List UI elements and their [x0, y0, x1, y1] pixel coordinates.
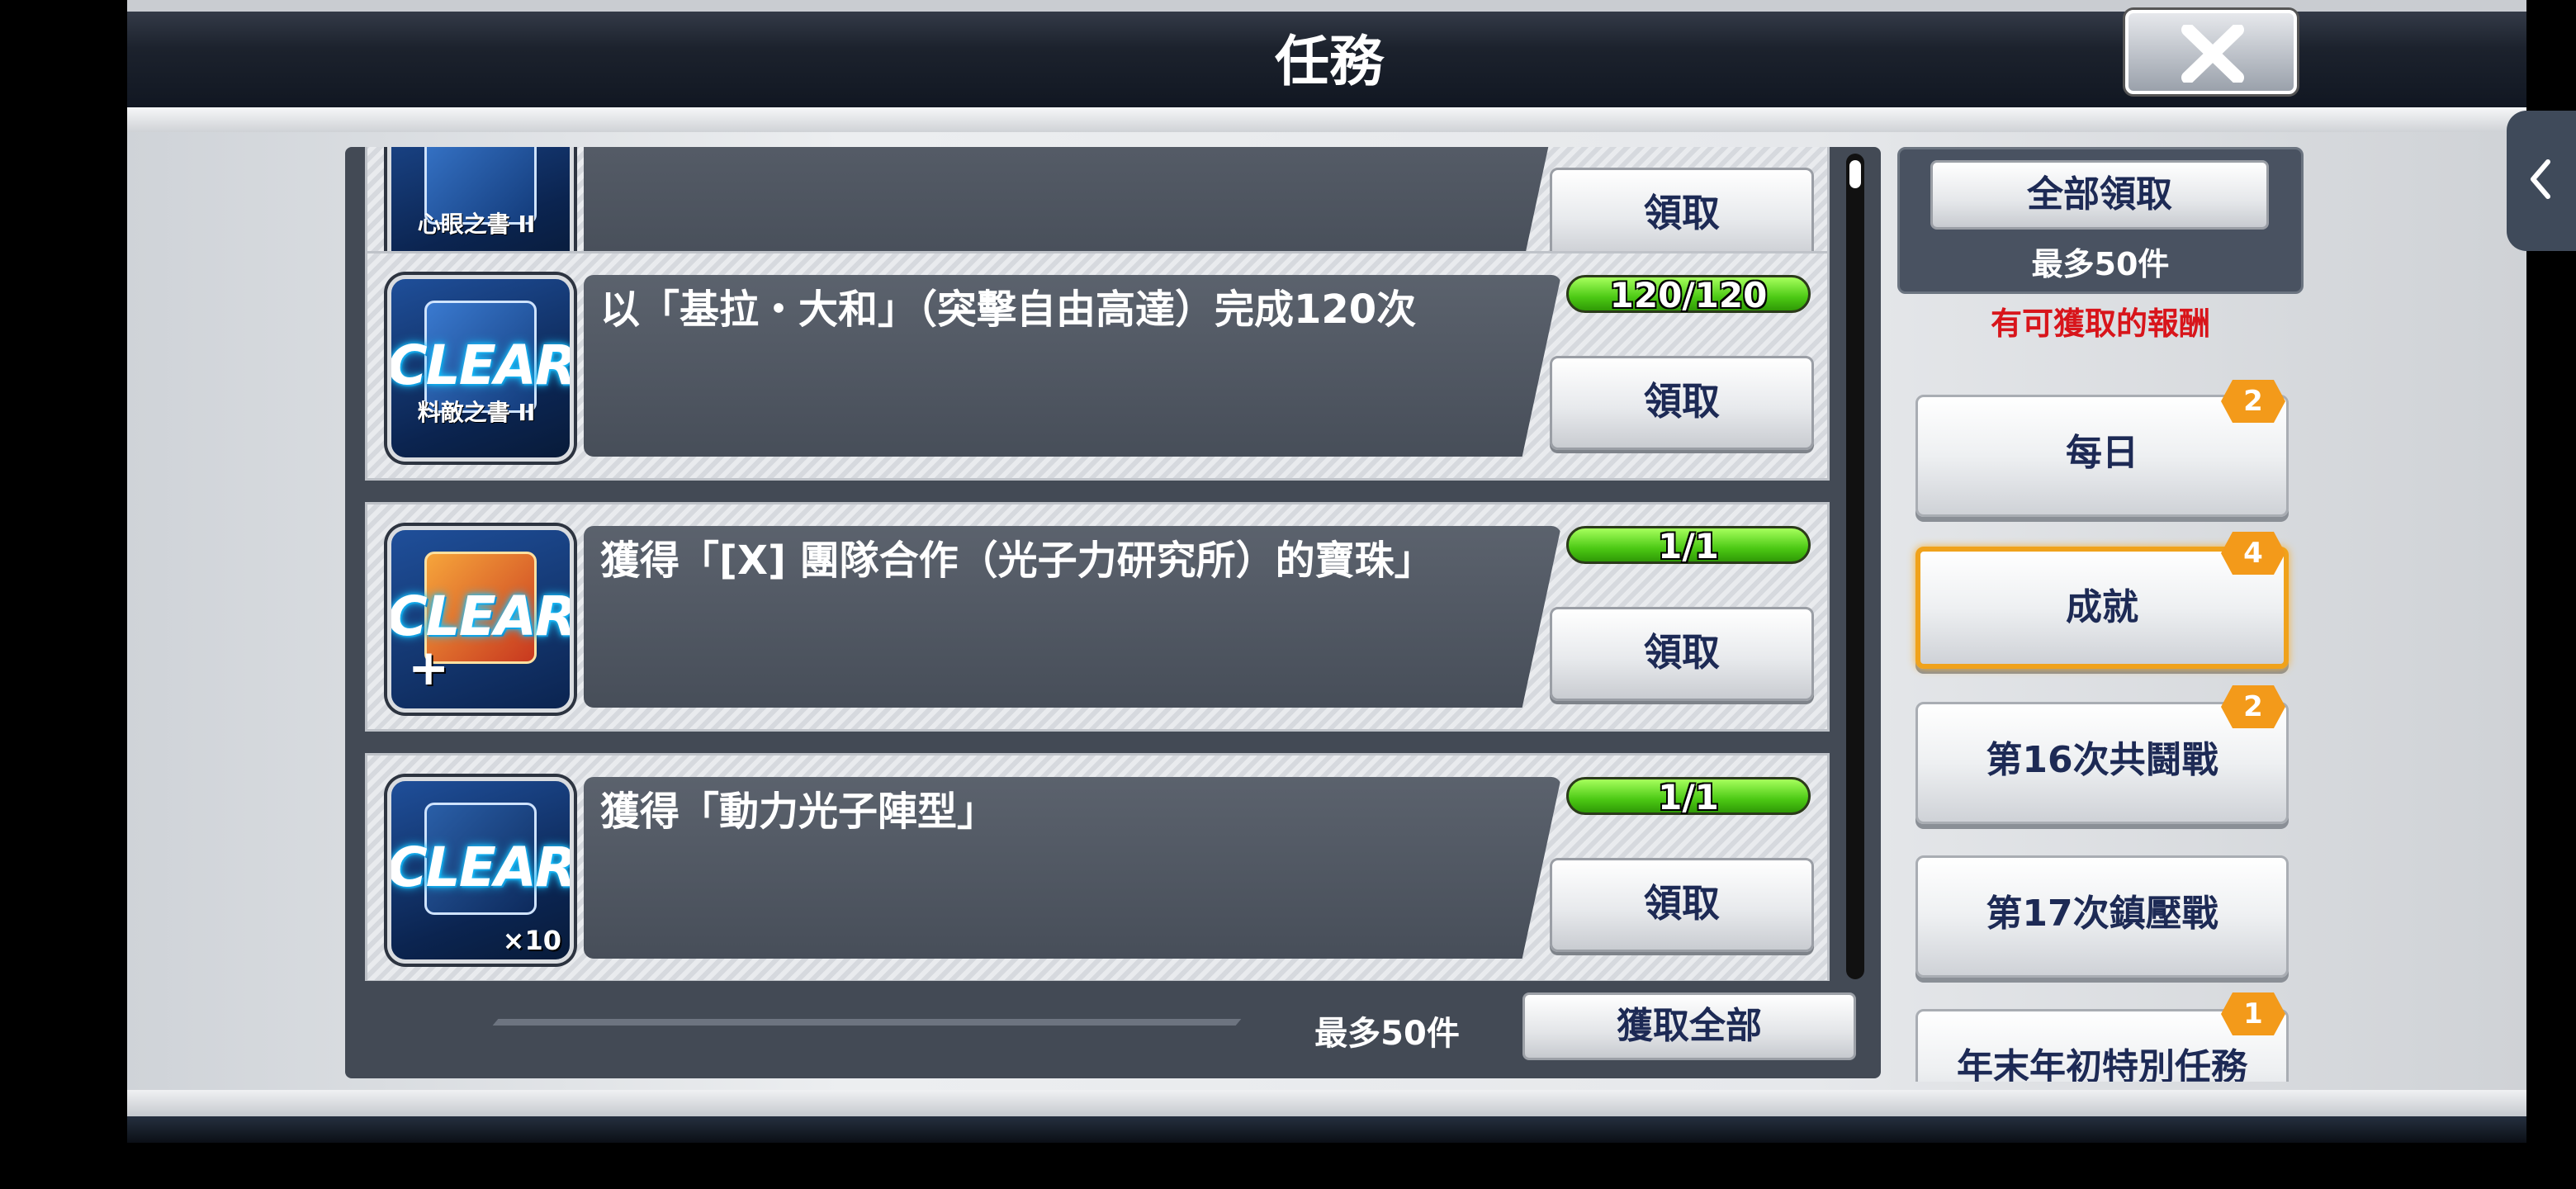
mission-description-box: [584, 147, 1561, 268]
clear-stamp: CLEAR: [387, 334, 574, 397]
chevron-left-icon: [2531, 159, 2550, 199]
clear-stamp: CLEAR: [387, 836, 574, 899]
claim-button[interactable]: 領取: [1550, 607, 1814, 701]
side-drawer-handle[interactable]: [2507, 111, 2576, 251]
list-max-count: 最多50件: [1314, 1015, 1460, 1053]
mission-progress-bar: 120/120: [1566, 275, 1811, 315]
mission-progress-value: 1/1: [1658, 777, 1719, 817]
get-all-button[interactable]: 獲取全部: [1522, 992, 1856, 1060]
mission-description: 獲得「動力光子陣型」: [600, 789, 997, 835]
claim-button[interactable]: 領取: [1550, 168, 1814, 262]
tab-daily-badge: 2: [2221, 380, 2285, 423]
close-icon: [2181, 25, 2244, 83]
plus-icon: +: [408, 639, 450, 697]
window-bottom-bar: [127, 1116, 2526, 1143]
window-bottom-deco: [127, 1090, 2526, 1116]
mission-progress-bar: 1/1: [1566, 526, 1811, 566]
page-title: 任務: [1275, 30, 1384, 93]
mission-reward-icon: CLEAR ×10: [387, 777, 574, 964]
mission-row: CLEAR + 獲得「[X] 團隊合作（光子力研究所）的寶珠」 1/1 領取: [365, 502, 1830, 732]
scrollbar-thumb[interactable]: [1849, 160, 1861, 188]
mission-reward-icon: CLEAR +: [387, 526, 574, 713]
mission-reward-name: 料敵之書 II: [417, 399, 536, 426]
claim-all-button[interactable]: 全部領取: [1930, 160, 2269, 230]
tab-new-year-badge: 1: [2221, 992, 2285, 1035]
tab-event-16-badge: 2: [2221, 685, 2285, 728]
claim-all-max-count: 最多50件: [2031, 246, 2170, 282]
claim-button[interactable]: 領取: [1550, 858, 1814, 952]
mission-progress-value: 120/120: [1609, 275, 1768, 315]
scrollbar-track[interactable]: [1846, 154, 1864, 979]
mission-reward-icon: CLEAR 料敵之書 II: [387, 275, 574, 462]
tab-achievement-badge: 4: [2221, 532, 2285, 575]
category-tabs: 每日 2 成就 4 第16次共鬪戰 2 第17次鎮壓戰 年末年初特別任務 1: [1899, 380, 2312, 1082]
mission-description: 以「基拉・大和」（突擊自由高達）完成120次: [600, 287, 1417, 333]
title-bar-deco: [127, 107, 2526, 132]
mission-progress-bar: 1/1: [1566, 777, 1811, 817]
tab-event-17[interactable]: 第17次鎮壓戰: [1915, 855, 2289, 978]
reward-quantity: ×10: [502, 925, 561, 956]
close-button[interactable]: [2125, 10, 2297, 94]
mission-list[interactable]: 心眼之書 II 領取 CLEAR 料敵之書 II 以「基拉・大和」（突擊自由高達…: [365, 147, 1840, 981]
mission-reward-name: 心眼之書 II: [417, 211, 536, 238]
mission-progress-value: 1/1: [1658, 526, 1719, 566]
mission-description: 獲得「[X] 團隊合作（光子力研究所）的寶珠」: [600, 538, 1434, 584]
claim-button[interactable]: 領取: [1550, 356, 1814, 450]
mission-row: CLEAR ×10 獲得「動力光子陣型」 1/1 領取: [365, 753, 1830, 981]
footer-divider: [492, 1019, 1242, 1026]
reward-available-note: 有可獲取的報酬: [1990, 306, 2210, 342]
mission-row: CLEAR 料敵之書 II 以「基拉・大和」（突擊自由高達）完成120次 120…: [365, 251, 1830, 481]
